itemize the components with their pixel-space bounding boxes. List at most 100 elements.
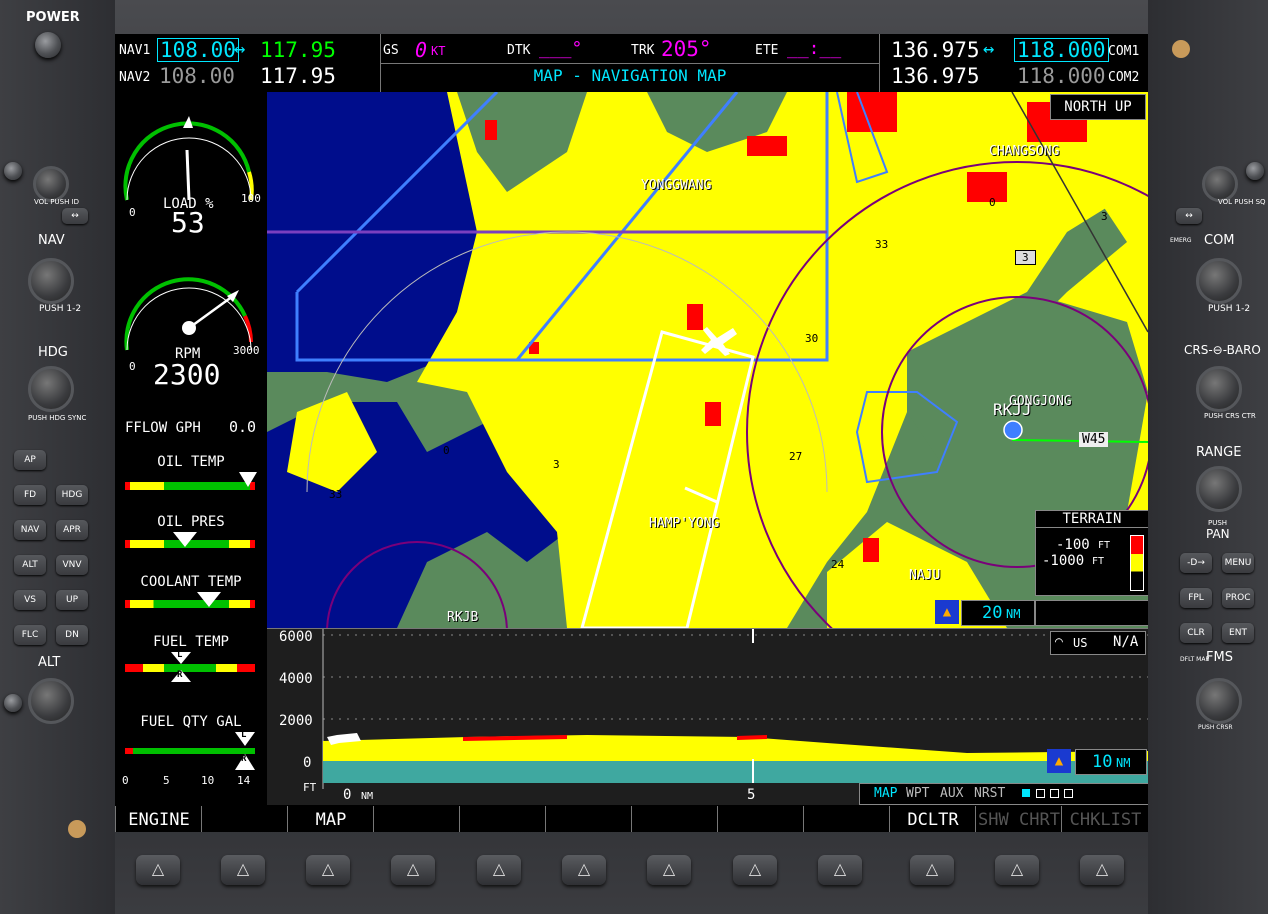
hdg-button[interactable]: HDG <box>56 485 88 505</box>
load-max: 100 <box>241 192 261 205</box>
terrain-legend-title: TERRAIN <box>1036 511 1148 528</box>
softkey-button-9[interactable]: △ <box>818 855 862 885</box>
profile-range-box[interactable]: 10 NM <box>1075 749 1147 775</box>
page-group-nrst: NRST <box>974 786 1006 801</box>
nav1-active-freq[interactable]: 108.00 <box>157 38 239 62</box>
nav-vol-ring-knob[interactable] <box>33 166 69 202</box>
map-terrain-red-2 <box>747 136 787 156</box>
softkey-8[interactable] <box>717 806 804 832</box>
softkey-bar: ENGINE MAP DCLTR SHW CHRT CHKLIST <box>115 806 1148 832</box>
fms-push-label: PUSH CRSR <box>1198 724 1233 731</box>
crs-baro-knob[interactable] <box>1196 366 1242 412</box>
softkey-6[interactable] <box>545 806 632 832</box>
up-button[interactable]: UP <box>56 590 88 610</box>
softkey-button-10[interactable]: △ <box>910 855 954 885</box>
proc-button[interactable]: PROC <box>1222 588 1254 608</box>
softkey-button-12[interactable]: △ <box>1080 855 1124 885</box>
softkey-map[interactable]: MAP <box>287 806 374 832</box>
softkey-4[interactable] <box>373 806 460 832</box>
page-group-aux: AUX <box>940 786 964 801</box>
softkey-engine[interactable]: ENGINE <box>115 806 202 832</box>
rpm-value: 2300 <box>153 358 221 391</box>
softkey-button-11[interactable]: △ <box>995 855 1039 885</box>
alt-button[interactable]: ALT <box>14 555 46 575</box>
nav-swap-button[interactable]: ↔ <box>62 208 88 224</box>
com1-active-freq[interactable]: 118.000 <box>1014 38 1109 62</box>
vertical-profile: 6000 4000 2000 0 FT 0 NM 5 ⌒ US N/A ▲ 10… <box>267 628 1148 805</box>
nav-vol-knob[interactable] <box>4 162 22 180</box>
com-vol-ring-knob[interactable] <box>1202 166 1238 202</box>
profile-alt-2000: 2000 <box>279 713 313 729</box>
page-dot-3 <box>1050 789 1059 798</box>
vs-button[interactable]: VS <box>14 590 46 610</box>
com-vol-knob[interactable] <box>1246 162 1264 180</box>
softkey-button-2[interactable]: △ <box>221 855 265 885</box>
mfd-screen: NAV1 108.00 ↔ 117.95 NAV2 108.00 117.95 … <box>115 34 1148 832</box>
terrain-legend: TERRAIN -100 FT -1000 FT <box>1035 510 1148 596</box>
profile-dist-mid: 5 <box>747 787 756 803</box>
softkey-button-8[interactable]: △ <box>733 855 777 885</box>
crs-push-label: PUSH CRS CTR <box>1204 412 1256 420</box>
ent-button[interactable]: ENT <box>1222 623 1254 643</box>
alt-side-knob[interactable] <box>4 694 22 712</box>
softkey-shw-chrt[interactable]: SHW CHRT <box>975 806 1062 832</box>
power-knob[interactable] <box>35 32 61 58</box>
fuel-temp-label: FUEL TEMP <box>153 634 229 650</box>
hdg-push-label: PUSH HDG SYNC <box>28 414 87 422</box>
map-label-changsong: CHANGSONG <box>989 144 1060 159</box>
profile-alt-6000: 6000 <box>279 629 313 645</box>
softkey-button-1[interactable]: △ <box>136 855 180 885</box>
com-freq-knob[interactable] <box>1196 258 1242 304</box>
softkey-button-7[interactable]: △ <box>647 855 691 885</box>
softkey-button-3[interactable]: △ <box>306 855 350 885</box>
softkey-button-5[interactable]: △ <box>477 855 521 885</box>
map-hdg-3: 3 <box>1101 210 1108 223</box>
profile-alt-unit: FT <box>303 781 317 794</box>
hdg-knob[interactable] <box>28 366 74 412</box>
vnv-button[interactable]: VNV <box>56 555 88 575</box>
com-vol-label: VOL PUSH SQ <box>1218 198 1266 206</box>
profile-terrain-icon: ▲ <box>1047 749 1071 773</box>
com2-label: COM2 <box>1108 70 1140 85</box>
alt-knob[interactable] <box>28 678 74 724</box>
menu-button[interactable]: MENU <box>1222 553 1254 573</box>
flc-button[interactable]: FLC <box>14 625 46 645</box>
fuel-scale-5: 5 <box>163 774 170 787</box>
emerg-label: EMERG <box>1170 237 1192 244</box>
map-range-box[interactable]: 20 NM <box>961 600 1035 626</box>
map-airway-label: W45 <box>1079 432 1109 447</box>
direct-to-button[interactable]: -D→ <box>1180 553 1212 573</box>
apr-button[interactable]: APR <box>56 520 88 540</box>
softkey-dcltr[interactable]: DCLTR <box>889 806 976 832</box>
coolant-temp-pointer <box>197 592 221 607</box>
terrain-level-2-unit: FT <box>1092 556 1105 567</box>
softkey-2[interactable] <box>201 806 288 832</box>
fd-button[interactable]: FD <box>14 485 46 505</box>
map-range-unit: NM <box>1006 607 1021 621</box>
fpl-button[interactable]: FPL <box>1180 588 1212 608</box>
map-hdg-27: 27 <box>789 450 803 463</box>
nav-button[interactable]: NAV <box>14 520 46 540</box>
fms-knob[interactable] <box>1196 678 1242 724</box>
nav-freq-knob[interactable] <box>28 258 74 304</box>
softkey-7[interactable] <box>631 806 718 832</box>
trk-label: TRK <box>631 43 655 58</box>
fms-label: FMS <box>1206 650 1233 665</box>
softkey-chklist[interactable]: CHKLIST <box>1061 806 1148 832</box>
com1-label: COM1 <box>1108 44 1140 59</box>
profile-obs-value: N/A <box>1113 634 1139 650</box>
softkey-5[interactable] <box>459 806 546 832</box>
com-swap-button[interactable]: ↔ <box>1176 208 1202 224</box>
softkey-button-4[interactable]: △ <box>391 855 435 885</box>
navigation-map[interactable]: NORTH UP YONGGWANG CHANGSONG GONGJONG RK… <box>267 92 1148 628</box>
softkey-button-6[interactable]: △ <box>562 855 606 885</box>
clr-button[interactable]: CLR <box>1180 623 1212 643</box>
ap-button[interactable]: AP <box>14 450 46 470</box>
range-pan-knob[interactable] <box>1196 466 1242 512</box>
softkey-9[interactable] <box>803 806 890 832</box>
rpm-arc-green <box>124 277 247 351</box>
ete-value: __:__ <box>787 38 842 59</box>
crs-baro-label: CRS-⊖-BARO <box>1184 343 1261 357</box>
map-orientation[interactable]: NORTH UP <box>1050 94 1146 120</box>
dn-button[interactable]: DN <box>56 625 88 645</box>
